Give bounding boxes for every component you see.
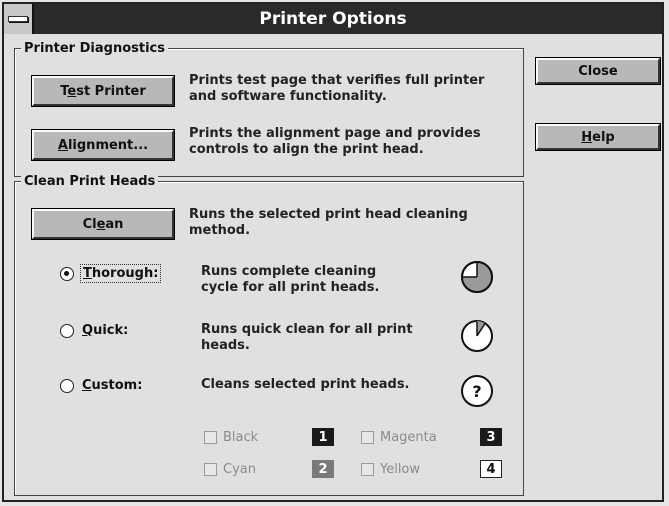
custom-clock-icon: ? [461,375,493,407]
thorough-label[interactable]: Thorough: [80,264,162,283]
quick-description: Runs quick clean for all print heads. [201,322,413,353]
cyan-head-checkbox[interactable] [204,463,217,476]
head-number-badge: 3 [480,428,502,446]
window-title: Printer Options [259,9,407,29]
black-head-label: Black [223,430,259,445]
title-bar[interactable]: Printer Options [4,4,662,34]
alignment-description: Prints the alignment page and provides c… [189,126,481,157]
thorough-radio[interactable] [60,266,74,281]
alignment-button[interactable]: Alignment... [31,129,175,161]
thorough-radio-option[interactable]: Thorough: [60,264,162,283]
system-menu-icon [8,16,28,22]
quick-label[interactable]: Quick: [80,322,130,339]
black-head-checkbox[interactable] [204,431,217,444]
thorough-clock-icon [461,261,493,293]
clean-description: Runs the selected print head cleaning me… [189,207,468,238]
help-button[interactable]: Help [535,123,661,151]
magenta-head-label: Magenta [380,430,437,445]
custom-description: Cleans selected print heads. [201,377,410,392]
printer-diagnostics-legend: Printer Diagnostics [21,41,168,56]
black-head-checkbox-row[interactable]: Black [204,430,258,445]
yellow-head-checkbox-row[interactable]: Yellow [361,462,420,477]
quick-radio-option[interactable]: Quick: [60,322,130,339]
close-button[interactable]: Close [535,57,661,85]
custom-label[interactable]: Custom: [80,377,144,394]
cyan-head-checkbox-row[interactable]: Cyan [204,462,256,477]
printer-options-dialog: Printer Options Printer Diagnostics Test… [2,2,664,502]
test-printer-button[interactable]: Test Printer [31,75,175,107]
system-menu-button[interactable] [4,4,34,34]
magenta-head-checkbox-row[interactable]: Magenta [361,430,437,445]
svg-text:?: ? [472,382,481,401]
quick-clock-icon [461,320,493,352]
cyan-head-label: Cyan [223,462,256,477]
test-printer-description: Prints test page that verifies full prin… [189,73,485,104]
quick-radio[interactable] [60,323,74,338]
clean-button[interactable]: Clean [31,208,175,240]
magenta-head-checkbox[interactable] [361,431,374,444]
head-number-badge: 4 [480,460,502,478]
head-number-badge: 2 [312,460,334,478]
custom-radio-option[interactable]: Custom: [60,377,144,394]
yellow-head-checkbox[interactable] [361,463,374,476]
thorough-description: Runs complete cleaning cycle for all pri… [201,264,380,295]
yellow-head-label: Yellow [380,462,421,477]
custom-radio[interactable] [60,378,74,393]
head-number-badge: 1 [312,428,334,446]
clean-print-heads-legend: Clean Print Heads [21,174,159,189]
